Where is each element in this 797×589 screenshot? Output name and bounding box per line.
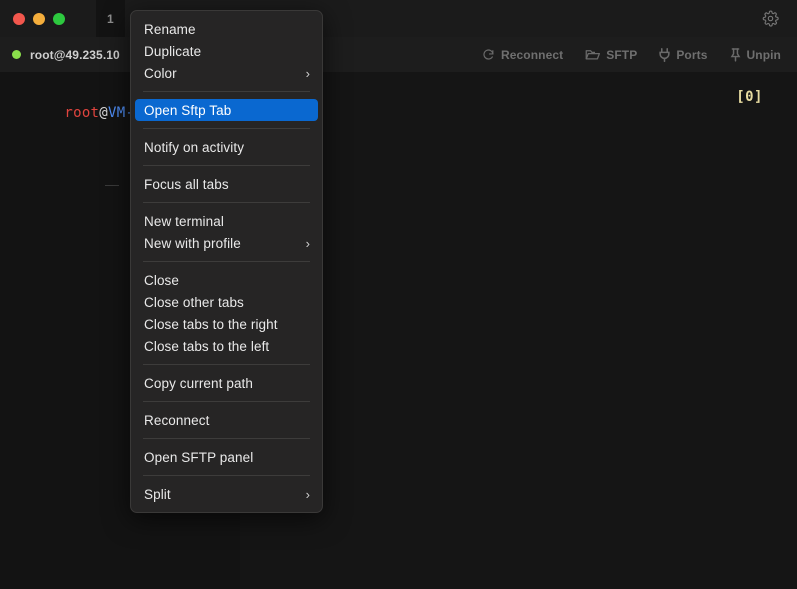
tab-1[interactable]: 1 — [96, 0, 125, 37]
menu-item-color[interactable]: Color › — [131, 62, 322, 84]
prompt-at: @ — [99, 105, 109, 121]
menu-item-label: Color — [144, 65, 177, 81]
menu-group-3: Focus all tabs — [131, 172, 322, 196]
menu-item-reconnect[interactable]: Reconnect — [131, 409, 322, 431]
terminal-artifact-mark — [105, 185, 119, 186]
menu-separator — [143, 438, 310, 439]
menu-separator — [143, 475, 310, 476]
menu-item-close[interactable]: Close — [131, 269, 322, 291]
menu-item-label: Reconnect — [144, 412, 210, 428]
menu-item-label: New with profile — [144, 235, 241, 251]
menu-item-label: Close tabs to the right — [144, 316, 278, 332]
menu-item-open-sftp-tab[interactable]: Open Sftp Tab — [135, 99, 318, 121]
menu-item-label: Close — [144, 272, 180, 288]
menu-item-duplicate[interactable]: Duplicate — [131, 40, 322, 62]
menu-group-6: Copy current path — [131, 371, 322, 395]
menu-group-9: Split › — [131, 482, 322, 506]
menu-item-label: Focus all tabs — [144, 176, 229, 192]
menu-item-split[interactable]: Split › — [131, 483, 322, 505]
session-toolbar: root@49.235.10 Reconnect SFTP Ports Unpi… — [0, 37, 797, 72]
menu-group-7: Reconnect — [131, 408, 322, 432]
maximize-window-button[interactable] — [53, 12, 65, 25]
tab-context-menu: Rename Duplicate Color › Open Sftp Tab N… — [130, 10, 323, 513]
sftp-label: SFTP — [606, 47, 638, 62]
menu-item-label: Open SFTP panel — [144, 449, 254, 465]
plug-icon — [659, 47, 670, 62]
connected-dot-icon — [12, 50, 21, 59]
menu-item-copy-current-path[interactable]: Copy current path — [131, 372, 322, 394]
chevron-right-icon: › — [305, 65, 310, 81]
refresh-icon — [482, 48, 495, 61]
window-controls — [0, 12, 65, 25]
menu-group-4: New terminal New with profile › — [131, 209, 322, 255]
reconnect-button[interactable]: Reconnect — [482, 48, 563, 62]
menu-item-rename[interactable]: Rename — [131, 18, 322, 40]
chevron-right-icon: › — [305, 235, 310, 251]
menu-item-label: Copy current path — [144, 375, 254, 391]
terminal-pane[interactable]: root@VM-16-4-c [0] — [0, 72, 797, 589]
ports-label: Ports — [676, 47, 708, 62]
folder-icon — [585, 48, 601, 61]
menu-item-close-tabs-to-the-right[interactable]: Close tabs to the right — [131, 313, 322, 335]
menu-group-0: Rename Duplicate Color › — [131, 17, 322, 85]
menu-separator — [143, 202, 310, 203]
menu-separator — [143, 364, 310, 365]
menu-group-5: Close Close other tabs Close tabs to the… — [131, 268, 322, 358]
minimize-window-button[interactable] — [33, 12, 45, 25]
menu-separator — [143, 261, 310, 262]
menu-item-open-sftp-panel[interactable]: Open SFTP panel — [131, 446, 322, 468]
menu-item-label: Duplicate — [144, 43, 202, 59]
menu-separator — [143, 401, 310, 402]
settings-area — [755, 4, 797, 34]
menu-item-label: Notify on activity — [144, 139, 245, 155]
session-name-label: root@49.235.10 — [30, 47, 120, 62]
pin-icon — [730, 47, 741, 62]
app-window: 1 root@49.235.10 Reconnect SFTP Ports Un… — [0, 0, 797, 589]
menu-item-label: Open Sftp Tab — [144, 102, 232, 118]
menu-group-2: Notify on activity — [131, 135, 322, 159]
gear-icon[interactable] — [755, 4, 785, 34]
title-bar: 1 — [0, 0, 797, 37]
prompt-user: root — [64, 105, 100, 121]
menu-item-label: Close other tabs — [144, 294, 244, 310]
session-info: root@49.235.10 — [0, 48, 120, 62]
chevron-right-icon: › — [305, 486, 310, 502]
menu-item-notify-on-activity[interactable]: Notify on activity — [131, 136, 322, 158]
tab-strip: 1 — [96, 0, 125, 37]
menu-separator — [143, 165, 310, 166]
menu-item-new-terminal[interactable]: New terminal — [131, 210, 322, 232]
menu-item-close-tabs-to-the-left[interactable]: Close tabs to the left — [131, 335, 322, 357]
close-window-button[interactable] — [13, 12, 25, 25]
reconnect-label: Reconnect — [500, 47, 564, 62]
menu-separator — [143, 91, 310, 92]
menu-separator — [143, 128, 310, 129]
ports-button[interactable]: Ports — [659, 47, 708, 62]
menu-group-8: Open SFTP panel — [131, 445, 322, 469]
sftp-button[interactable]: SFTP — [585, 48, 637, 62]
unpin-button[interactable]: Unpin — [730, 48, 782, 62]
menu-item-new-with-profile[interactable]: New with profile › — [131, 232, 322, 254]
menu-item-label: Close tabs to the left — [144, 338, 270, 354]
terminal-right-marker: [0] — [736, 89, 763, 105]
menu-item-close-other-tabs[interactable]: Close other tabs — [131, 291, 322, 313]
session-actions: Reconnect SFTP Ports Unpin — [482, 47, 797, 62]
tab-label: 1 — [107, 11, 114, 26]
menu-item-label: New terminal — [144, 213, 224, 229]
menu-item-label: Rename — [144, 21, 196, 37]
menu-item-focus-all-tabs[interactable]: Focus all tabs — [131, 173, 322, 195]
menu-item-label: Split — [144, 486, 171, 502]
terminal-pane-secondary — [240, 72, 797, 589]
unpin-label: Unpin — [746, 47, 781, 62]
menu-group-1: Open Sftp Tab — [131, 98, 322, 122]
